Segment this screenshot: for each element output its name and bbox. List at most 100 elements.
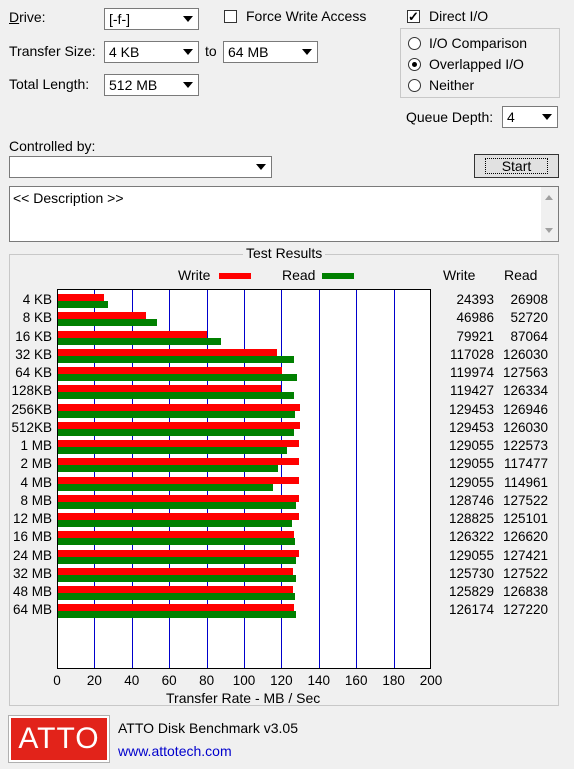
chevron-down-icon[interactable] [178,9,198,29]
read-value: 125101 [502,511,548,526]
write-value: 129055 [448,456,494,472]
bar-read [58,574,297,582]
total-length-select[interactable]: 512 MB [104,74,199,96]
read-value: 114961 [503,474,548,490]
row-size-label: 64 KB [15,365,52,380]
grid-line [356,290,358,668]
row-size-label: 8 KB [22,310,52,326]
transfer-size-label: Transfer Size: [9,43,96,59]
legend-read-swatch [322,273,354,279]
read-value: 26908 [510,292,548,307]
bar-read [58,538,295,546]
neither-label: Neither [429,77,475,93]
x-tick-label: 160 [344,673,368,688]
total-length-value: 512 MB [109,77,158,93]
direct-io-checkbox[interactable]: ✓ [407,10,420,23]
drive-label: Drive: [9,9,46,25]
direct-io-label: Direct I/O [429,8,489,24]
drive-select[interactable]: [-f-] [104,8,199,30]
transfer-size-to-select[interactable]: 64 MB [223,41,318,63]
write-value: 129055 [448,438,494,453]
read-value: 126620 [502,529,548,545]
row-size-label: 1 MB [20,438,52,453]
legend-write-swatch [219,273,251,279]
row-size-label: 64 MB [12,602,52,618]
neither-radio[interactable] [408,79,421,92]
test-results-title: Test Results [243,245,326,261]
website-link[interactable]: www.attotech.com [118,743,232,759]
bar-read [58,611,296,619]
row-size-label: 48 MB [12,584,52,599]
row-size-label: 8 MB [20,492,52,508]
read-value: 127220 [502,602,548,618]
bar-read [58,447,288,454]
read-value: 126838 [502,584,548,599]
read-value: 117477 [503,456,548,472]
bar-read [58,428,294,436]
row-size-label: 32 KB [15,346,52,362]
controlled-by-select[interactable] [9,156,272,178]
write-value: 128825 [448,511,494,526]
write-value: 79921 [456,328,494,344]
bar-read [58,301,109,308]
write-value: 125730 [448,565,494,581]
overlapped-io-radio[interactable] [408,58,421,71]
column-write-header: Write [443,267,476,283]
legend-write-label: Write [178,267,211,283]
write-value: 129055 [448,547,494,563]
bar-write [58,458,300,466]
bar-write [58,421,301,429]
bar-write [58,604,294,612]
chevron-down-icon[interactable] [537,107,557,127]
bar-write [58,403,301,411]
x-tick-label: 200 [419,673,443,688]
row-size-label: 32 MB [12,565,52,581]
chevron-down-icon[interactable] [178,42,198,62]
grid-line [318,290,320,668]
description-textarea[interactable]: << Description >> [9,186,559,242]
write-value: 129453 [448,401,494,417]
row-size-label: 2 MB [20,456,52,472]
scroll-up-icon[interactable] [545,195,553,200]
bar-read [58,319,157,327]
description-scrollbar[interactable] [541,187,558,241]
write-value: 117028 [449,346,494,362]
write-value: 126174 [448,602,494,618]
io-comparison-radio[interactable] [408,37,421,50]
start-button[interactable]: Start [474,154,559,178]
x-tick-label: 140 [307,673,331,688]
bar-write [58,586,294,593]
bar-write [58,330,208,338]
x-tick-label: 40 [124,673,140,688]
read-value: 126334 [502,383,548,399]
bar-write [58,531,295,539]
bar-write [58,367,283,374]
write-value: 129055 [448,474,494,490]
write-value: 119427 [449,383,494,399]
queue-depth-select[interactable]: 4 [502,106,558,128]
chevron-down-icon[interactable] [178,75,198,95]
grid-line [393,290,395,668]
bar-write [58,348,277,356]
write-value: 24393 [456,292,494,307]
bar-read [58,483,273,491]
row-size-label: 4 MB [20,474,52,490]
chevron-down-icon[interactable] [251,157,271,177]
bar-read [58,501,297,509]
scroll-down-icon[interactable] [545,228,553,233]
start-button-label: Start [484,158,549,174]
row-size-label: 16 KB [15,328,52,344]
bar-read [58,465,278,473]
read-value: 127563 [502,365,548,380]
io-comparison-label: I/O Comparison [429,35,528,51]
transfer-size-from-select[interactable]: 4 KB [104,41,199,63]
queue-depth-value: 4 [507,109,515,125]
x-tick-label: 20 [86,673,102,688]
force-write-checkbox[interactable] [224,10,237,23]
chevron-down-icon[interactable] [297,42,317,62]
force-write-label: Force Write Access [246,8,367,24]
drive-value: [-f-] [109,11,130,27]
bar-read [58,520,292,527]
read-value: 127522 [502,565,548,581]
write-value: 46986 [456,310,494,326]
